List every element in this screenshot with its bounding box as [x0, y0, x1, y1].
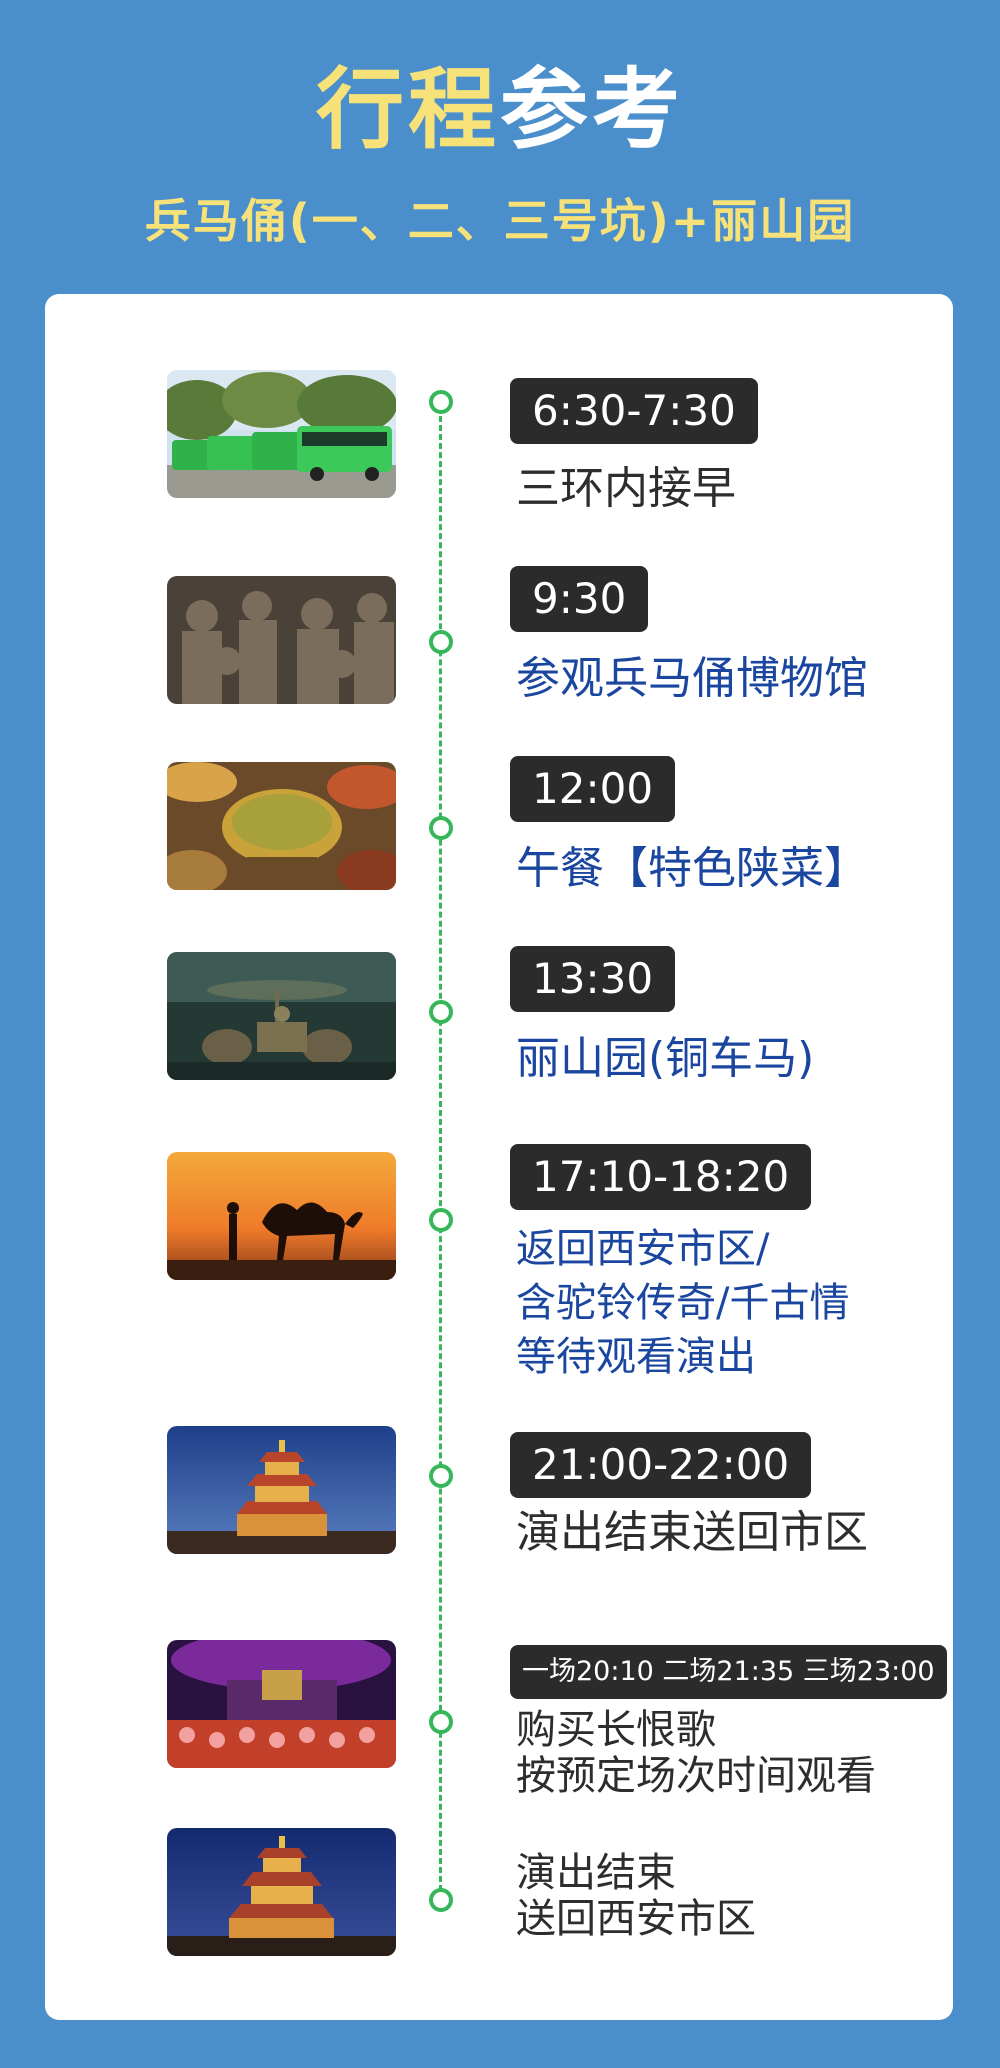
itinerary-description: 演出结束 送回西安市区: [516, 1850, 756, 1942]
chariot-photo: [167, 952, 396, 1080]
itinerary-description: 参观兵马俑博物馆: [516, 652, 868, 706]
time-badge: 12:00: [510, 756, 676, 822]
time-badge: 21:00-22:00: [510, 1432, 812, 1498]
camel-photo: [167, 1152, 396, 1280]
food-photo: [167, 762, 396, 890]
description-line: 午餐【特色陕菜】: [516, 843, 868, 894]
title-part1: 行程: [315, 58, 500, 161]
title-part2: 参考: [500, 58, 685, 161]
timeline-dot: [429, 816, 453, 840]
itinerary-description: 丽山园(铜车马): [516, 1032, 814, 1086]
timeline-dot: [429, 390, 453, 414]
show-photo: [167, 1640, 396, 1768]
itinerary-description: 午餐【特色陕菜】: [516, 842, 868, 896]
timeline-dot: [429, 1000, 453, 1024]
itinerary-description: 演出结束送回市区: [516, 1506, 868, 1560]
description-line: 参观兵马俑博物馆: [516, 653, 868, 704]
page-title: 行程参考: [0, 66, 1000, 154]
timeline-dot: [429, 1464, 453, 1488]
description-line: 送回西安市区: [516, 1896, 756, 1942]
itinerary-description: 三环内接早: [516, 462, 736, 516]
description-line: 演出结束送回市区: [516, 1507, 868, 1558]
timeline-line: [439, 398, 442, 1900]
time-badge: 17:10-18:20: [510, 1144, 812, 1210]
description-line: 等待观看演出: [516, 1334, 756, 1380]
description-line: 丽山园(铜车马): [516, 1033, 815, 1084]
time-badge: 6:30-7:30: [510, 378, 758, 444]
description-line: 按预定场次时间观看: [516, 1753, 876, 1799]
timeline-dot: [429, 1710, 453, 1734]
description-line: 含驼铃传奇/千古情: [516, 1280, 850, 1326]
timeline-dot: [429, 1888, 453, 1912]
bell-tower-photo: [167, 1426, 396, 1554]
timeline-dot: [429, 630, 453, 654]
time-badge: 13:30: [510, 946, 676, 1012]
description-line: 三环内接早: [516, 463, 736, 514]
description-line: 返回西安市区/: [516, 1226, 770, 1272]
terracotta-photo: [167, 576, 396, 704]
itinerary-description: 返回西安市区/ 含驼铃传奇/千古情 等待观看演出: [516, 1222, 849, 1384]
bell-tower-photo: [167, 1828, 396, 1956]
description-line: 演出结束: [516, 1850, 676, 1896]
description-line: 购买长恨歌: [516, 1707, 716, 1753]
time-badge: 一场20:10 二场21:35 三场23:00: [510, 1645, 947, 1699]
page-subtitle: 兵马俑(一、二、三号坑)+丽山园: [144, 194, 856, 248]
timeline-dot: [429, 1208, 453, 1232]
itinerary-description: 购买长恨歌 按预定场次时间观看: [516, 1707, 876, 1799]
bus-photo: [167, 370, 396, 498]
time-badge: 9:30: [510, 566, 649, 632]
